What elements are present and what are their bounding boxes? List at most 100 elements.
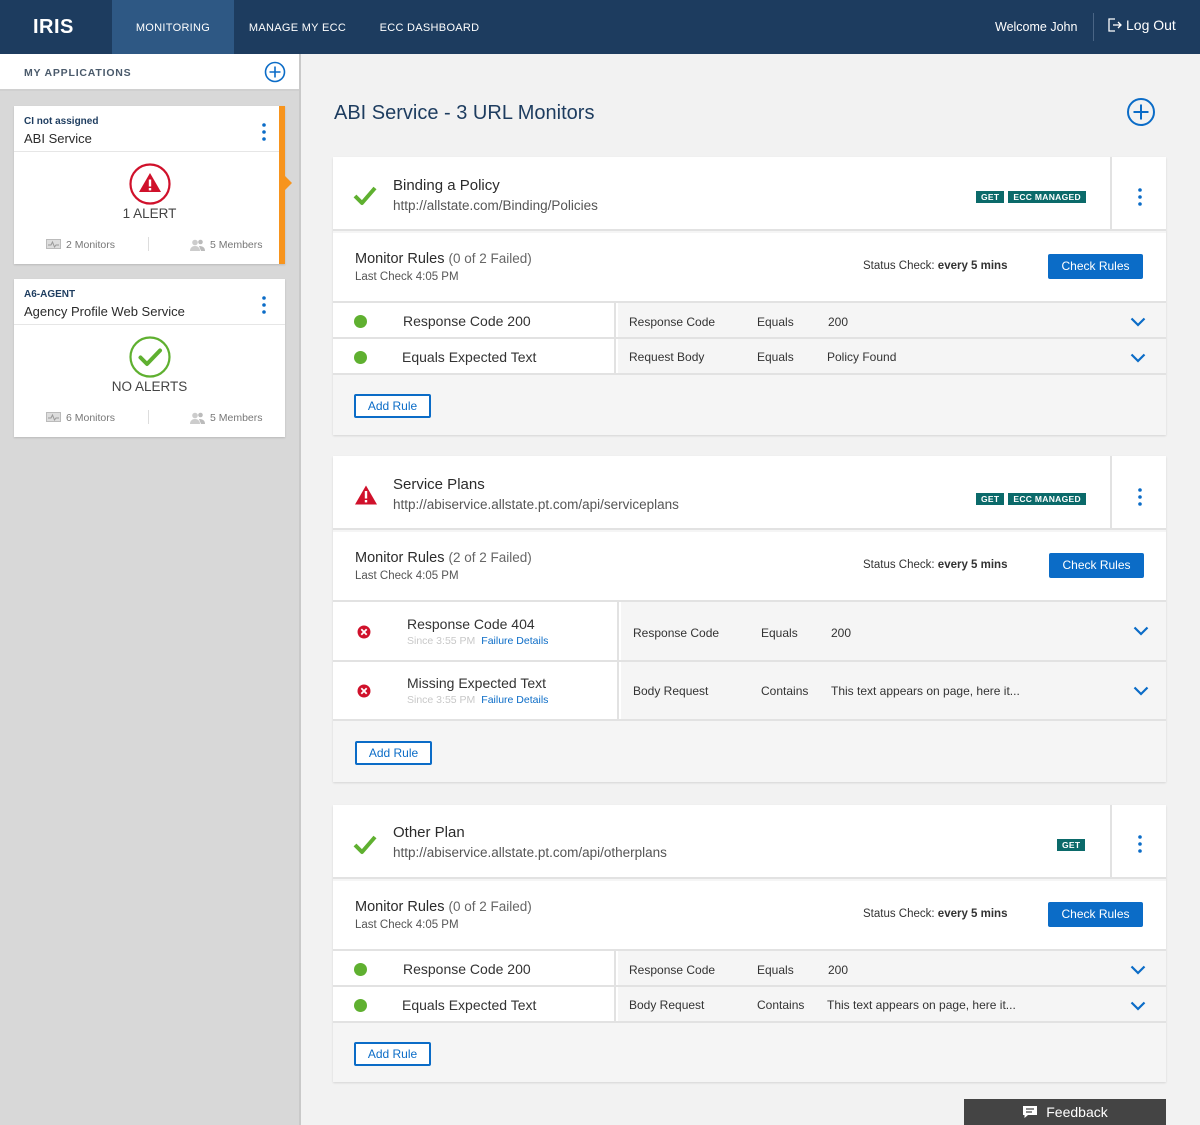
ecc-managed-badge: ECC MANAGED <box>1008 493 1086 505</box>
failure-details-link[interactable]: Failure Details <box>481 635 548 647</box>
status-check-interval: every 5 mins <box>937 260 1008 272</box>
rule-operator: Equals <box>761 626 798 640</box>
page-title: ABI Service - 3 URL Monitors <box>334 102 595 124</box>
kebab-menu-icon[interactable] <box>258 122 270 142</box>
method-badge: GET <box>976 493 1005 505</box>
rule-row[interactable]: Response Code 200 Response Code Equals 2… <box>333 951 1166 987</box>
monitor-card-binding-policy: Binding a Policy http://allstate.com/Bin… <box>333 157 1166 435</box>
status-ok-icon <box>354 351 367 364</box>
monitor-header: Service Plans http://abiservice.allstate… <box>333 456 1166 530</box>
rule-row[interactable]: Equals Expected Text Request Body Equals… <box>333 339 1166 375</box>
rule-field: Response Code <box>629 963 716 977</box>
rule-name: Equals Expected Text <box>402 349 537 365</box>
selected-arrow <box>285 176 292 190</box>
check-rules-button[interactable]: Check Rules <box>1048 902 1143 927</box>
add-rule-button[interactable]: Add Rule <box>355 741 432 765</box>
rules-title: Monitor Rules <box>355 251 445 267</box>
monitor-icon <box>46 239 61 249</box>
failure-details-link[interactable]: Failure Details <box>481 694 548 706</box>
monitor-url: http://allstate.com/Binding/Policies <box>393 198 598 213</box>
rules-failed-count: (0 of 2 Failed) <box>448 251 532 266</box>
method-badge: GET <box>976 191 1005 203</box>
rule-row-failed[interactable]: Missing Expected Text Since 3:55 PM Failu… <box>333 662 1166 721</box>
logout-button[interactable]: Log Out <box>1106 17 1176 33</box>
top-nav: IRIS MONITORING MANAGE MY ECC ECC DASHBO… <box>0 0 1200 54</box>
rule-value: This text appears on page, here it... <box>831 684 1020 698</box>
chevron-down-icon[interactable] <box>1133 686 1149 696</box>
chevron-down-icon[interactable] <box>1133 626 1149 636</box>
status-check-interval: every 5 mins <box>937 908 1008 920</box>
members-icon <box>190 412 205 424</box>
card-divider <box>14 324 285 325</box>
chat-bubble-icon <box>1023 1106 1038 1118</box>
status-check-interval: every 5 mins <box>937 559 1008 571</box>
status-check-label: Status Check: <box>863 908 935 920</box>
card-divider <box>14 151 285 152</box>
monitor-url: http://abiservice.allstate.pt.com/api/ot… <box>393 845 667 860</box>
last-check: Last Check 4:05 PM <box>355 570 459 582</box>
rule-field: Response Code <box>633 626 720 640</box>
add-application-icon[interactable] <box>264 61 286 83</box>
add-rule-button[interactable]: Add Rule <box>354 1042 431 1066</box>
check-rules-button[interactable]: Check Rules <box>1048 254 1143 279</box>
app-name: Agency Profile Web Service <box>24 304 185 319</box>
member-count: 5 Members <box>210 239 263 251</box>
monitor-url: http://abiservice.allstate.pt.com/api/se… <box>393 497 679 512</box>
app-logo[interactable]: IRIS <box>33 16 74 39</box>
rule-row[interactable]: Response Code 200 Response Code Equals 2… <box>333 303 1166 339</box>
error-x-icon <box>357 684 371 698</box>
add-monitor-icon[interactable] <box>1126 97 1156 127</box>
rule-field: Body Request <box>629 998 705 1012</box>
chevron-down-icon[interactable] <box>1130 965 1146 975</box>
members-icon <box>190 239 205 251</box>
app-card-abi-service[interactable]: CI not assigned ABI Service 1 ALERT 2 Mo… <box>14 106 292 264</box>
tab-manage-my-ecc[interactable]: MANAGE MY ECC <box>240 0 355 54</box>
kebab-menu-icon[interactable] <box>1134 187 1146 207</box>
monitor-icon <box>46 412 61 422</box>
kebab-menu-icon[interactable] <box>258 295 270 315</box>
monitor-card-service-plans: Service Plans http://abiservice.allstate… <box>333 456 1166 782</box>
rule-value: This text appears on page, here it... <box>827 998 1016 1012</box>
rule-operator: Equals <box>757 963 794 977</box>
nav-divider <box>1093 13 1094 41</box>
kebab-menu-icon[interactable] <box>1134 834 1146 854</box>
app-ci-code: CI not assigned <box>24 116 99 127</box>
failure-since: Since 3:55 PM <box>407 694 476 706</box>
monitor-header: Other Plan http://abiservice.allstate.pt… <box>333 805 1166 879</box>
monitor-rules-header: Monitor Rules (2 of 2 Failed) Last Check… <box>333 532 1166 602</box>
chevron-down-icon[interactable] <box>1130 353 1146 363</box>
sidebar-header: MY APPLICATIONS <box>0 54 299 91</box>
tab-ecc-dashboard[interactable]: ECC DASHBOARD <box>372 0 487 54</box>
rule-operator: Equals <box>757 350 794 364</box>
feedback-label: Feedback <box>1046 1104 1108 1120</box>
rule-name: Response Code 404 <box>407 616 535 632</box>
rule-name: Equals Expected Text <box>402 997 537 1013</box>
app-ci-code: A6-AGENT <box>24 289 76 300</box>
rules-failed-count: (2 of 2 Failed) <box>448 550 532 565</box>
failure-since: Since 3:55 PM <box>407 635 476 647</box>
alert-count: NO ALERTS <box>111 379 188 394</box>
tab-monitoring[interactable]: MONITORING <box>112 0 234 54</box>
rule-row-failed[interactable]: Response Code 404 Since 3:55 PM Failure D… <box>333 602 1166 662</box>
monitor-count: 2 Monitors <box>66 239 116 251</box>
kebab-menu-icon[interactable] <box>1134 487 1146 507</box>
status-ok-icon <box>354 999 367 1012</box>
rule-row[interactable]: Equals Expected Text Body Request Contai… <box>333 987 1166 1023</box>
app-card-agency-profile[interactable]: A6-AGENT Agency Profile Web Service NO A… <box>14 279 285 437</box>
monitor-card-other-plan: Other Plan http://abiservice.allstate.pt… <box>333 805 1166 1082</box>
add-rule-button[interactable]: Add Rule <box>354 394 431 418</box>
last-check: Last Check 4:05 PM <box>355 271 459 283</box>
chevron-down-icon[interactable] <box>1130 317 1146 327</box>
monitor-title: Service Plans <box>393 476 485 493</box>
rule-name: Response Code 200 <box>403 313 531 329</box>
check-rules-button[interactable]: Check Rules <box>1049 553 1144 578</box>
app-name: ABI Service <box>24 131 92 146</box>
chevron-down-icon[interactable] <box>1130 1001 1146 1011</box>
logout-label: Log Out <box>1126 17 1176 33</box>
monitor-title: Other Plan <box>393 824 465 841</box>
monitor-rules-header: Monitor Rules (0 of 2 Failed) Last Check… <box>333 881 1166 951</box>
rule-operator: Contains <box>761 684 809 698</box>
ecc-managed-badge: ECC MANAGED <box>1008 191 1086 203</box>
feedback-button[interactable]: Feedback <box>964 1099 1166 1125</box>
status-check-label: Status Check: <box>863 260 935 272</box>
